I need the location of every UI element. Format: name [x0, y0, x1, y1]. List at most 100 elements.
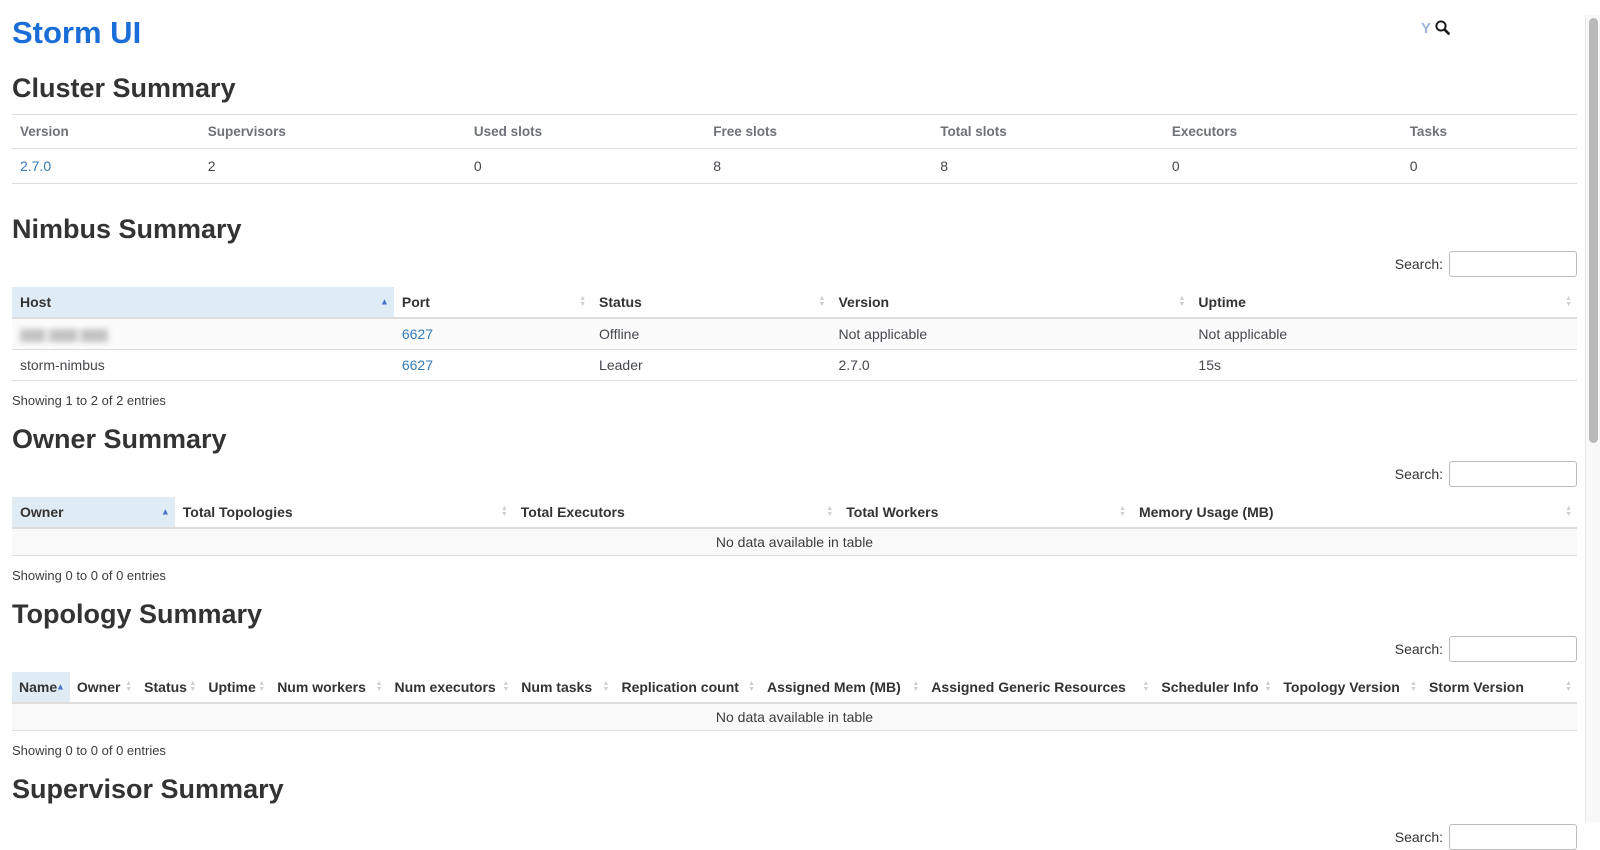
col-header-memory-usage[interactable]: Memory Usage (MB): [1131, 497, 1577, 528]
col-header-assigned-mem[interactable]: Assigned Mem (MB): [760, 672, 924, 703]
col-header-total-executors-label: Total Executors: [521, 504, 625, 520]
cluster-free-slots-cell: 8: [705, 148, 932, 183]
col-header-status[interactable]: Status: [591, 287, 830, 318]
cluster-used-slots-cell: 0: [466, 148, 705, 183]
sort-asc-icon: [380, 297, 389, 306]
col-header-assigned-generic-resources-label: Assigned Generic Resources: [931, 679, 1126, 695]
filter-icon[interactable]: Y: [1421, 21, 1431, 37]
port-link[interactable]: 6627: [402, 357, 433, 373]
col-header-uptime[interactable]: Uptime: [1190, 287, 1577, 318]
sort-both-icon: [1178, 296, 1185, 308]
supervisor-search-bar: Search:: [12, 824, 1577, 850]
sort-both-icon: [1410, 681, 1417, 693]
nimbus-version-cell: 2.7.0: [830, 349, 1190, 380]
col-header-num-tasks[interactable]: Num tasks: [514, 672, 614, 703]
col-header-owner[interactable]: Owner: [12, 497, 175, 528]
col-header-replication-count[interactable]: Replication count: [614, 672, 760, 703]
col-header-total-topologies[interactable]: Total Topologies: [175, 497, 513, 528]
col-header-host-label: Host: [20, 294, 51, 310]
topology-search-input[interactable]: [1449, 636, 1577, 662]
topology-empty-message: No data available in table: [12, 703, 1577, 731]
col-header-host[interactable]: Host: [12, 287, 394, 318]
nimbus-uptime-cell: 15s: [1190, 349, 1577, 380]
cluster-summary-table: Version Supervisors Used slots Free slot…: [12, 114, 1577, 184]
col-header-version: Version: [12, 114, 200, 148]
supervisor-search-input[interactable]: [1449, 824, 1577, 850]
col-header-total-executors[interactable]: Total Executors: [513, 497, 839, 528]
app-title[interactable]: Storm UI: [12, 15, 1577, 51]
col-header-topo-status[interactable]: Status: [137, 672, 201, 703]
nimbus-entries-info: Showing 1 to 2 of 2 entries: [12, 393, 1577, 408]
version-link[interactable]: 2.7.0: [20, 158, 51, 174]
col-header-name[interactable]: Name: [12, 672, 70, 703]
nimbus-search-input[interactable]: [1449, 251, 1577, 277]
col-header-total-slots: Total slots: [932, 114, 1164, 148]
sort-both-icon: [189, 681, 196, 693]
nimbus-version-cell: Not applicable: [830, 318, 1190, 350]
nimbus-summary-table: Host Port Status Version Uptime: [12, 287, 1577, 381]
col-header-topo-owner[interactable]: Owner: [70, 672, 137, 703]
col-header-storm-version[interactable]: Storm Version: [1422, 672, 1577, 703]
cluster-version-cell: 2.7.0: [12, 148, 200, 183]
sort-both-icon: [912, 681, 919, 693]
owner-search-input[interactable]: [1449, 461, 1577, 487]
sort-both-icon: [1264, 681, 1271, 693]
nimbus-header-row: Host Port Status Version Uptime: [12, 287, 1577, 318]
col-header-topo-status-label: Status: [144, 679, 187, 695]
page-content: Storm UI Cluster Summary Version Supervi…: [0, 15, 1600, 850]
nimbus-port-cell: 6627: [394, 318, 591, 350]
col-header-total-workers[interactable]: Total Workers: [838, 497, 1131, 528]
nimbus-summary-heading: Nimbus Summary: [12, 214, 1577, 245]
cluster-header-row: Version Supervisors Used slots Free slot…: [12, 114, 1577, 148]
col-header-supervisors: Supervisors: [200, 114, 466, 148]
search-icon[interactable]: [1434, 19, 1451, 39]
sort-both-icon: [819, 296, 826, 308]
owner-summary-table: Owner Total Topologies Total Executors T…: [12, 497, 1577, 556]
topology-summary-table: Name Owner Status Uptime Num workers: [12, 672, 1577, 731]
topology-summary-heading: Topology Summary: [12, 599, 1577, 630]
owner-header-row: Owner Total Topologies Total Executors T…: [12, 497, 1577, 528]
sort-both-icon: [1119, 506, 1126, 518]
col-header-scheduler-info[interactable]: Scheduler Info: [1154, 672, 1276, 703]
col-header-topo-owner-label: Owner: [77, 679, 121, 695]
cluster-data-row: 2.7.0 2 0 8 8 0 0: [12, 148, 1577, 183]
nimbus-search-label: Search:: [1395, 256, 1443, 272]
nimbus-status-cell: Offline: [591, 318, 830, 350]
owner-summary-heading: Owner Summary: [12, 424, 1577, 455]
scrollbar-track[interactable]: [1585, 15, 1600, 822]
owner-search-bar: Search:: [12, 461, 1577, 487]
col-header-executors: Executors: [1164, 114, 1402, 148]
col-header-assigned-generic-resources[interactable]: Assigned Generic Resources: [924, 672, 1154, 703]
cluster-supervisors-cell: 2: [200, 148, 466, 183]
col-header-topo-uptime[interactable]: Uptime: [201, 672, 270, 703]
sort-both-icon: [1565, 296, 1572, 308]
nimbus-search-bar: Search:: [12, 251, 1577, 277]
col-header-tasks: Tasks: [1402, 114, 1577, 148]
col-header-scheduler-info-label: Scheduler Info: [1161, 679, 1258, 695]
sort-asc-icon: [56, 682, 65, 691]
topbar-icons: Y: [1421, 19, 1451, 39]
col-header-num-executors[interactable]: Num executors: [388, 672, 515, 703]
col-header-port[interactable]: Port: [394, 287, 591, 318]
col-header-topology-version[interactable]: Topology Version: [1276, 672, 1422, 703]
col-header-status-label: Status: [599, 294, 642, 310]
owner-entries-info: Showing 0 to 0 of 0 entries: [12, 568, 1577, 583]
sort-both-icon: [748, 681, 755, 693]
col-header-port-label: Port: [402, 294, 430, 310]
col-header-num-workers-label: Num workers: [277, 679, 366, 695]
col-header-uptime-label: Uptime: [1198, 294, 1245, 310]
sort-both-icon: [258, 681, 265, 693]
col-header-num-workers[interactable]: Num workers: [270, 672, 387, 703]
cluster-tasks-cell: 0: [1402, 148, 1577, 183]
cluster-summary-heading: Cluster Summary: [12, 73, 1577, 104]
topology-empty-row: No data available in table: [12, 703, 1577, 731]
sort-both-icon: [125, 681, 132, 693]
sort-both-icon: [603, 681, 610, 693]
sort-asc-icon: [161, 507, 170, 516]
nimbus-uptime-cell: Not applicable: [1190, 318, 1577, 350]
port-link[interactable]: 6627: [402, 326, 433, 342]
scrollbar-thumb[interactable]: [1589, 18, 1598, 443]
sort-both-icon: [1565, 681, 1572, 693]
sort-both-icon: [826, 506, 833, 518]
col-header-nimbus-version[interactable]: Version: [830, 287, 1190, 318]
